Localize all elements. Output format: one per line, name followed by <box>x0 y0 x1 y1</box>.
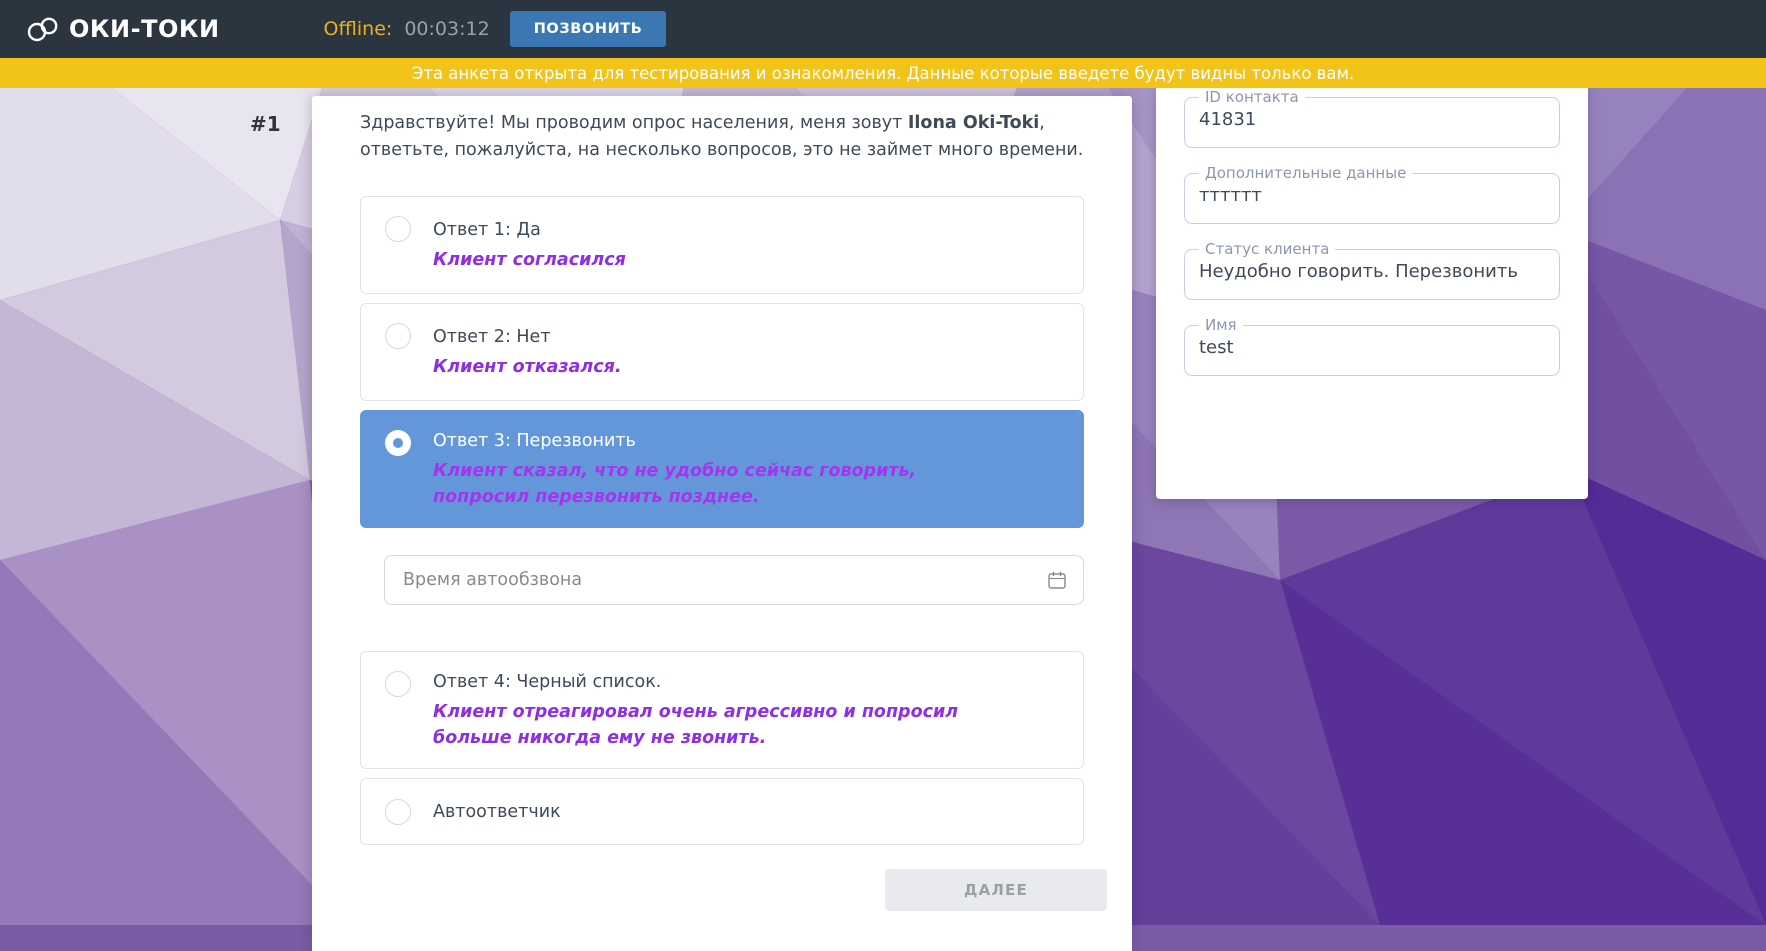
option-comment: Клиент согласился <box>433 247 963 273</box>
question-text: Здравствуйте! Мы проводим опрос населени… <box>360 110 1084 164</box>
field-label: Статус клиента <box>1199 240 1335 258</box>
option-label: Автоответчик <box>433 799 561 825</box>
question-number: #1 <box>250 112 294 136</box>
option-comment: Клиент сказал, что не удобно сейчас гово… <box>433 458 963 510</box>
contact-extra-input[interactable] <box>1195 182 1549 214</box>
top-bar: ОКИ-ТОКИ Offline: 00:03:12 ПОЗВОНИТЬ <box>0 0 1766 58</box>
option-label: Ответ 3: Перезвонить <box>433 428 1059 454</box>
option-label: Ответ 2: Нет <box>433 324 1059 350</box>
cloud-logo-icon <box>26 13 60 45</box>
answer-options: Ответ 1: Да Клиент согласился Ответ 2: Н… <box>360 196 1084 845</box>
radio-button[interactable] <box>385 671 411 697</box>
answer-option-2[interactable]: Ответ 2: Нет Клиент отказался. <box>360 303 1084 401</box>
contact-field-id: ID контакта <box>1184 88 1560 148</box>
option-comment: Клиент отказался. <box>433 354 963 380</box>
contact-id-input[interactable] <box>1195 106 1549 138</box>
question-prefix: Здравствуйте! Мы проводим опрос населени… <box>360 113 908 133</box>
radio-button[interactable] <box>385 216 411 242</box>
option-label: Ответ 4: Черный список. <box>433 669 1059 695</box>
field-label: ID контакта <box>1199 88 1305 106</box>
field-label: Имя <box>1199 316 1243 334</box>
autodial-time-field[interactable] <box>384 555 1084 605</box>
calendar-icon[interactable] <box>1047 570 1067 590</box>
contact-name-input[interactable] <box>1195 334 1549 366</box>
logo: ОКИ-ТОКИ <box>26 13 220 45</box>
option-comment: Клиент отреагировал очень агрессивно и п… <box>433 699 963 751</box>
field-label: Дополнительные данные <box>1199 164 1412 182</box>
logo-text: ОКИ-ТОКИ <box>69 15 220 43</box>
answer-option-4[interactable]: Ответ 4: Черный список. Клиент отреагиро… <box>360 651 1084 769</box>
test-notice-banner: Эта анкета открыта для тестирования и оз… <box>0 58 1766 88</box>
survey-card: #1 Здравствуйте! Мы проводим опрос насел… <box>312 96 1132 951</box>
radio-button[interactable] <box>385 799 411 825</box>
status-timer: 00:03:12 <box>404 18 489 40</box>
radio-button-selected[interactable] <box>385 430 411 456</box>
question-agent-name: Ilona Oki-Toki <box>908 113 1039 133</box>
call-button[interactable]: ПОЗВОНИТЬ <box>510 11 667 47</box>
autodial-time-input[interactable] <box>401 569 1047 591</box>
contact-field-status: Статус клиента <box>1184 240 1560 300</box>
next-button[interactable]: ДАЛЕЕ <box>885 869 1107 911</box>
next-button-row: ДАЛЕЕ <box>360 869 1084 911</box>
answer-option-1[interactable]: Ответ 1: Да Клиент согласился <box>360 196 1084 294</box>
status-label: Offline: <box>324 18 393 40</box>
connection-status: Offline: 00:03:12 <box>324 18 490 40</box>
banner-text: Эта анкета открыта для тестирования и оз… <box>412 64 1354 83</box>
contact-panel: ID контакта Дополнительные данные Статус… <box>1156 88 1588 499</box>
radio-button[interactable] <box>385 323 411 349</box>
contact-field-name: Имя <box>1184 316 1560 376</box>
option-label: Ответ 1: Да <box>433 217 1059 243</box>
contact-field-extra: Дополнительные данные <box>1184 164 1560 224</box>
answer-option-3-selected[interactable]: Ответ 3: Перезвонить Клиент сказал, что … <box>360 410 1084 528</box>
answer-option-5[interactable]: Автоответчик <box>360 778 1084 845</box>
contact-status-input[interactable] <box>1195 258 1549 290</box>
